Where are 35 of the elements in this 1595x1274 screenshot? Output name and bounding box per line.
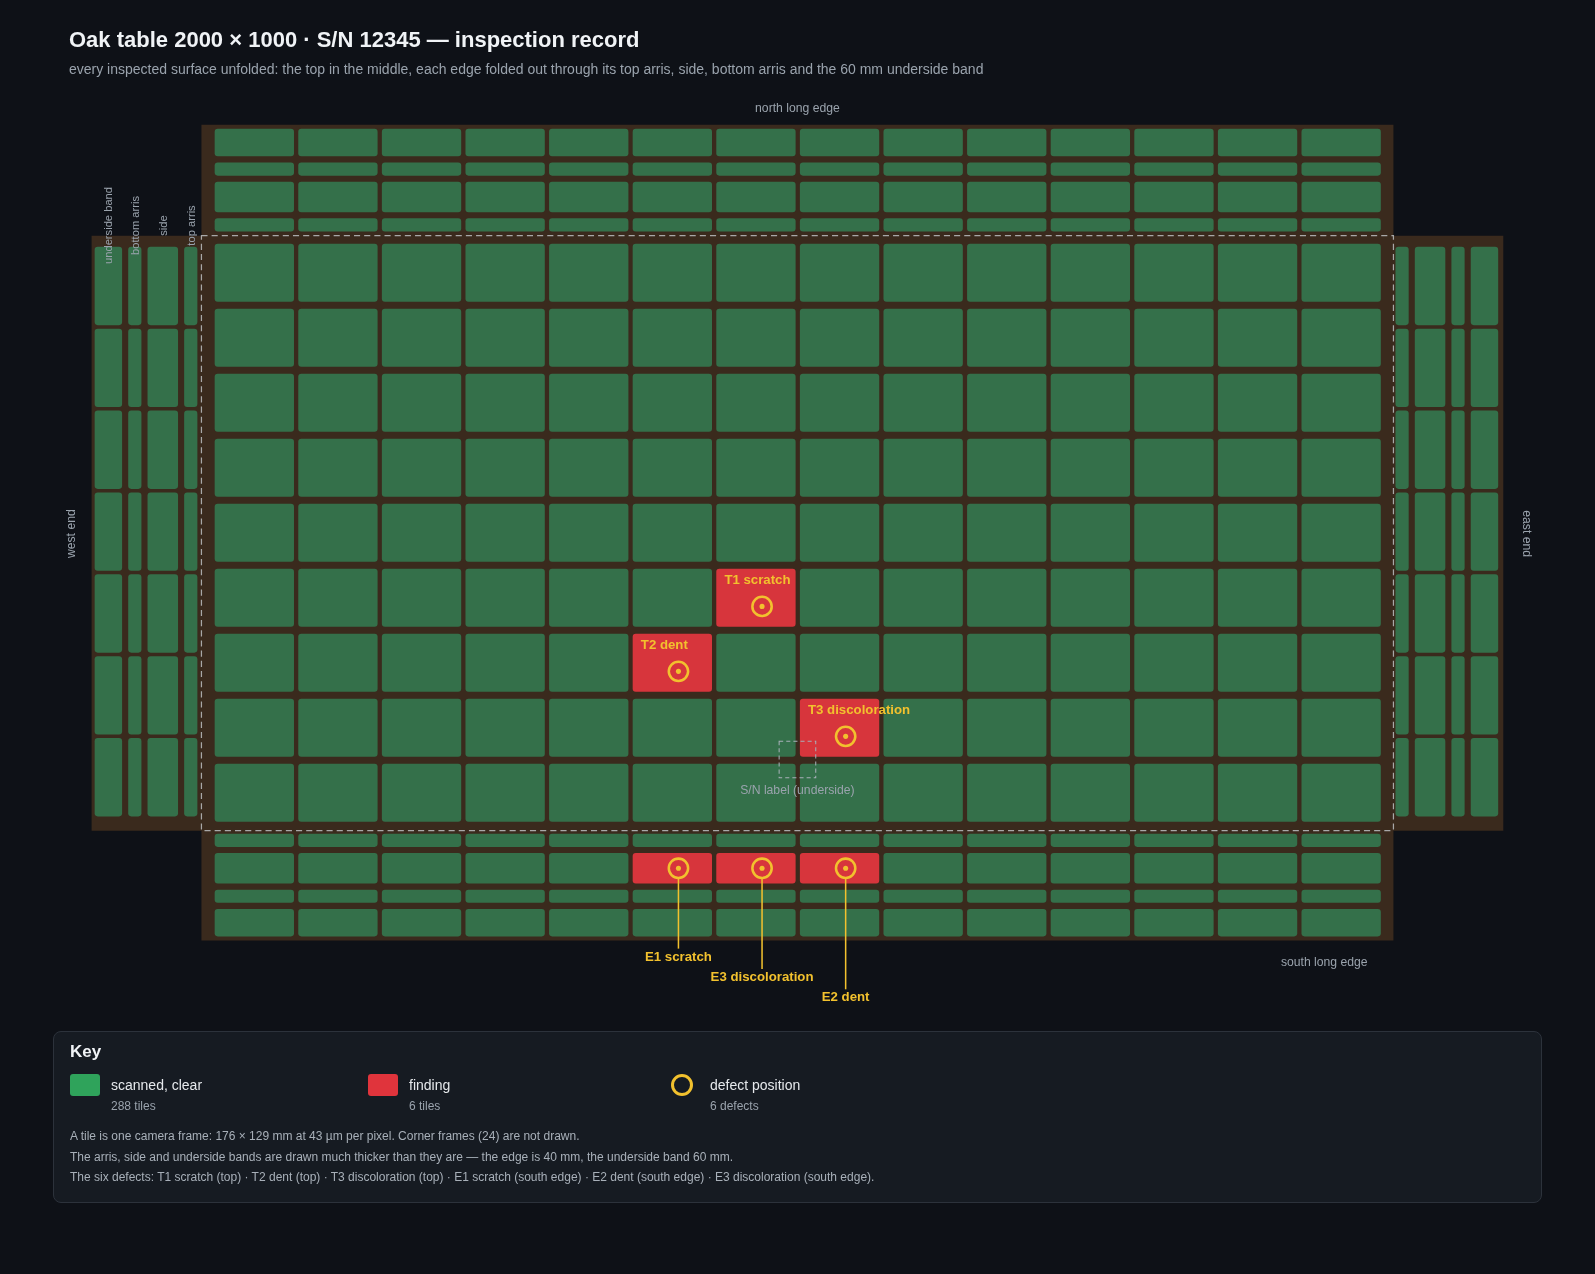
key-note: The six defects: T1 scratch (top) · T2 dent (top) · T3 discoloration (top) · E1 scratch (south edge) · E2 dent (south edge) · E3 discoloration (south edge).: [70, 1169, 876, 1186]
defect-label: E3 discoloration: [710, 969, 814, 985]
defect-label: E1 scratch: [645, 948, 712, 964]
band-label: top arris: [184, 205, 197, 246]
target-icon: [751, 857, 773, 880]
edge-label: south long edge: [1280, 954, 1368, 969]
defect-label: E2 dent: [821, 989, 870, 1005]
key-count: 6 defects: [710, 1099, 760, 1113]
band-label: underside band: [102, 186, 115, 264]
label-outline: [778, 740, 817, 779]
band-label: side: [156, 215, 169, 236]
key-note: The arris, side and underside bands are drawn much thicker than they are — the edge is 40 mm, the underside band 60 mm.: [70, 1148, 735, 1166]
edge-label: east end: [1519, 510, 1534, 558]
page-subtitle: every inspected surface unfolded: the top in the middle, each edge folded out through its top arris, side, bottom arris and the 60 mm underside band: [69, 61, 985, 77]
key-count: 6 tiles: [409, 1099, 442, 1113]
key-label: defect position: [710, 1077, 802, 1093]
edge-label: north long edge: [755, 100, 840, 115]
key-title: Key: [70, 1042, 103, 1062]
finding-swatch: [368, 1074, 398, 1096]
defect-label: T1 scratch: [724, 572, 791, 587]
page-title: Oak table 2000 × 1000 · S/N 12345 — inspection record: [69, 27, 641, 53]
key-count: 288 tiles: [111, 1099, 157, 1113]
ring-icon: [671, 1074, 693, 1096]
target-icon: [751, 595, 773, 618]
clear-swatch: [70, 1074, 100, 1096]
band-label: bottom arris: [128, 196, 141, 255]
key-label: scanned, clear: [111, 1077, 204, 1093]
target-icon: [834, 857, 857, 880]
key-note: A tile is one camera frame: 176 × 129 mm at 43 µm per pixel. Corner frames (24) are not drawn.: [70, 1128, 581, 1145]
target-icon: [667, 660, 690, 683]
defect-label: T2 dent: [640, 637, 688, 652]
key-label: finding: [409, 1077, 452, 1093]
target-icon: [834, 725, 857, 748]
target-icon: [667, 857, 690, 880]
edge-label: west end: [64, 509, 79, 559]
